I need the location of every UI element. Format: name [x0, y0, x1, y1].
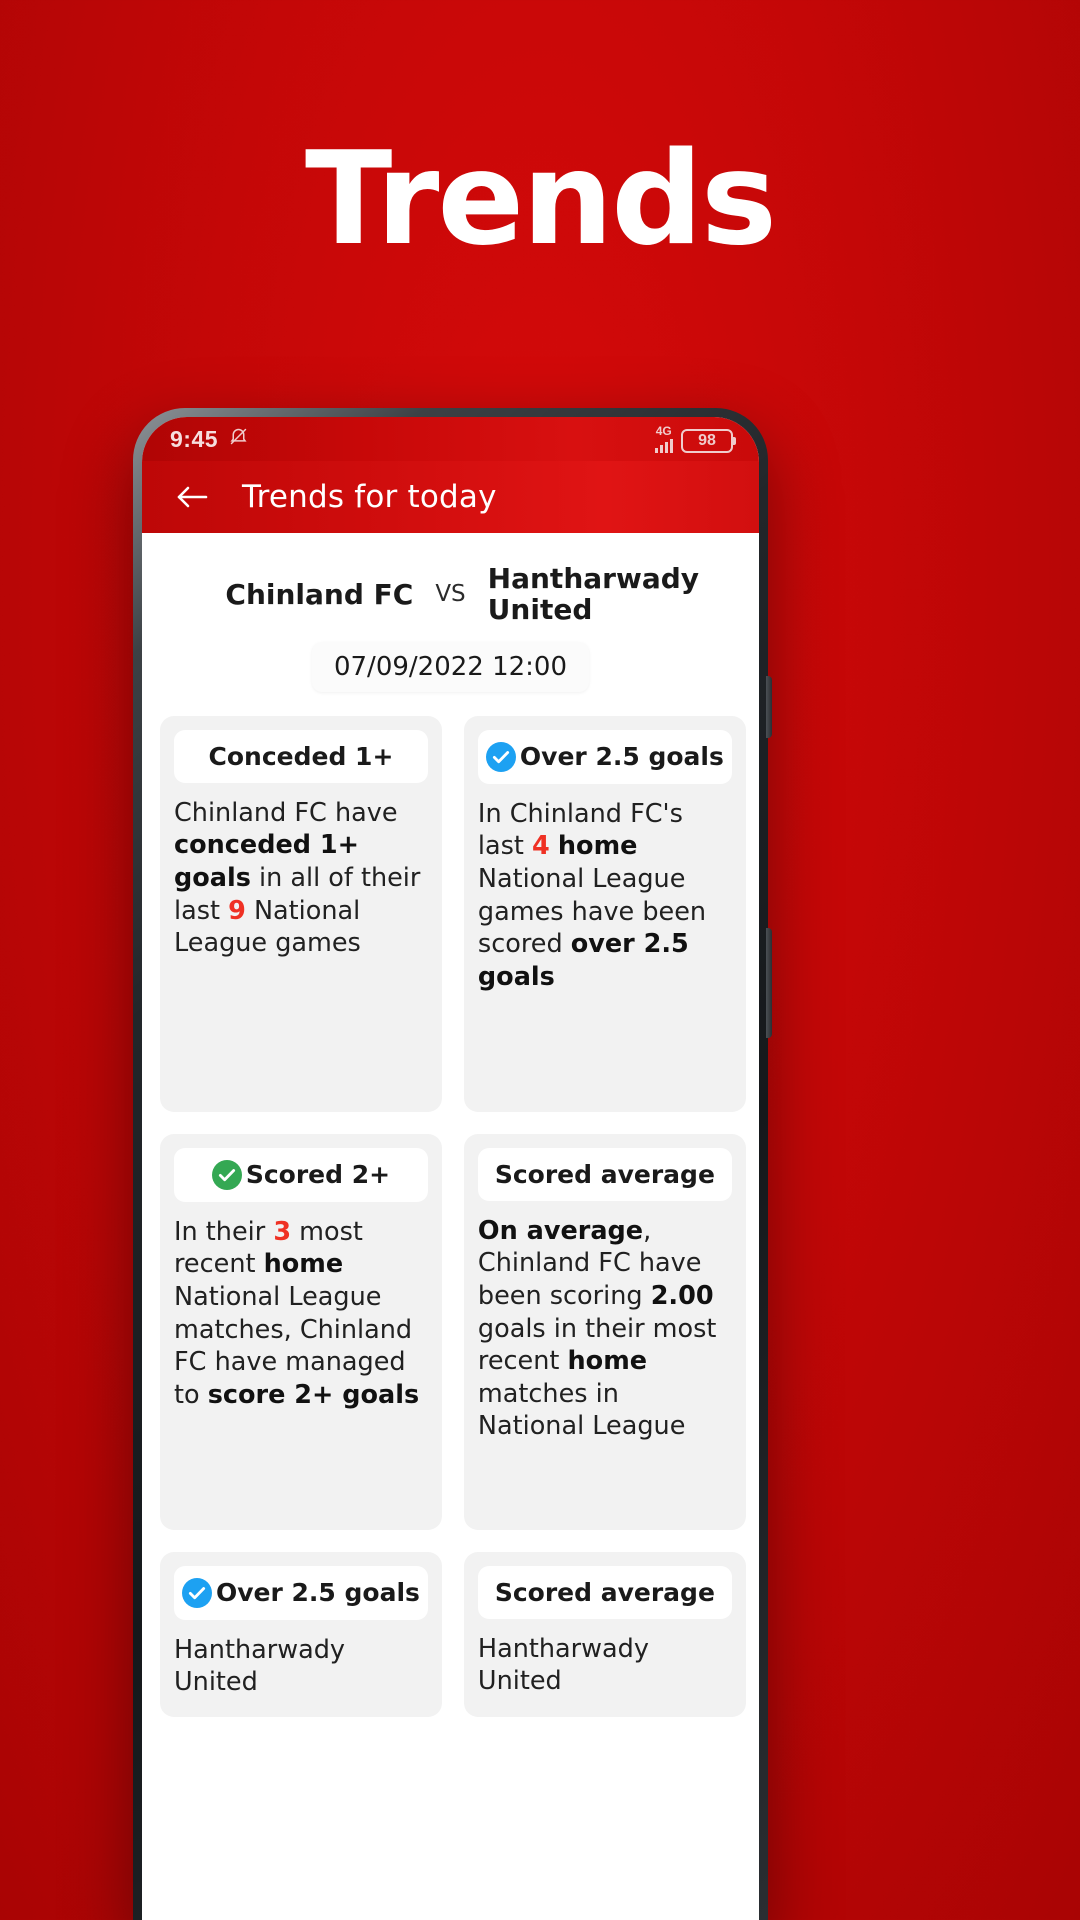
- away-team-name: Hantharwady United: [487, 562, 700, 627]
- trend-card[interactable]: Scored average Hantharwady United: [463, 1551, 746, 1717]
- trend-card-header: Over 2.5 goals: [477, 729, 732, 784]
- bell-muted-icon: [228, 426, 249, 452]
- trend-card-header: Scored average: [477, 1147, 732, 1201]
- vs-label: VS: [435, 581, 466, 608]
- trend-card-title: Over 2.5 goals: [216, 1578, 420, 1608]
- trend-card-title: Scored 2+: [245, 1160, 391, 1190]
- trend-card-header: Scored 2+: [174, 1147, 428, 1202]
- trend-text-fragment: Hantharwady United: [477, 1633, 649, 1697]
- trend-text-fragment: home: [557, 831, 638, 862]
- trend-text-fragment: 9: [228, 895, 246, 926]
- trend-text-fragment: In their: [174, 1216, 274, 1247]
- trend-card-body: Chinland FC have conceded 1+ goals in al…: [174, 797, 428, 960]
- status-bar-right: 4G 98: [654, 424, 733, 453]
- trend-card[interactable]: Over 2.5 goals In Chinland FC's last 4 ho…: [463, 715, 746, 1112]
- match-date-row: 07/09/2022 12:00: [142, 641, 759, 692]
- trend-card-title: Conceded 1+: [208, 741, 394, 771]
- trend-card-body: In Chinland FC's last 4 home National Le…: [478, 798, 732, 994]
- trend-text-fragment: 3: [273, 1216, 292, 1247]
- signal-bars-icon: [654, 438, 673, 453]
- back-arrow-icon[interactable]: [172, 477, 212, 517]
- trend-text-fragment: home: [567, 1346, 648, 1377]
- network-type-label: 4G: [655, 424, 672, 438]
- hero-banner: Trends: [0, 0, 1080, 400]
- match-datetime-chip: 07/09/2022 12:00: [311, 641, 590, 692]
- trend-card[interactable]: Scored average On average, Chinland FC ha…: [463, 1133, 746, 1530]
- trend-card-body: On average, Chinland FC have been scorin…: [478, 1215, 732, 1443]
- trend-text-fragment: matches in National League: [477, 1378, 686, 1442]
- phone-mockup-frame: 9:45 4G 98 Trends for today Chinland FC …: [133, 408, 772, 1920]
- trend-text-fragment: home: [263, 1249, 344, 1280]
- trend-text-fragment: score 2+ goals: [207, 1379, 420, 1410]
- trend-card-body: Hantharwady United: [174, 1634, 428, 1699]
- app-bar-title: Trends for today: [242, 479, 497, 515]
- trend-text-fragment: Chinland FC have: [174, 797, 398, 828]
- trend-card[interactable]: Over 2.5 goals Hantharwady United: [160, 1551, 442, 1717]
- trend-text-fragment: [550, 831, 558, 861]
- phone-side-button-power: [766, 928, 772, 1038]
- app-bar: Trends for today: [142, 461, 759, 533]
- status-bar-left: 9:45: [170, 426, 249, 453]
- trend-card-title: Scored average: [494, 1159, 715, 1189]
- check-circle-blue-icon: [182, 1577, 212, 1608]
- trend-text-fragment: On average: [477, 1215, 644, 1246]
- trend-card-body: Hantharwady United: [478, 1633, 732, 1698]
- screen-content: Chinland FC VS Hantharwady United 07/09/…: [142, 533, 759, 1920]
- check-circle-green-icon: [211, 1159, 242, 1190]
- home-team-name: Chinland FC: [225, 577, 414, 611]
- phone-screen: 9:45 4G 98 Trends for today Chinland FC …: [142, 417, 759, 1920]
- trend-text-fragment: 2.00: [650, 1280, 714, 1311]
- trend-card-grid: Conceded 1+ Chinland FC have conceded 1+ …: [142, 692, 759, 1717]
- trend-card-header: Over 2.5 goals: [174, 1565, 428, 1620]
- trend-card-title: Scored average: [494, 1577, 715, 1607]
- check-circle-blue-icon: [485, 741, 516, 772]
- trend-card[interactable]: Scored 2+ In their 3 most recent home Nat…: [160, 1133, 442, 1530]
- trend-card-title: Over 2.5 goals: [519, 742, 724, 772]
- trend-text-fragment: Hantharwady United: [174, 1634, 345, 1698]
- trend-card[interactable]: Conceded 1+ Chinland FC have conceded 1+ …: [160, 715, 442, 1112]
- trend-card-header: Conceded 1+: [174, 729, 428, 783]
- page-title: Trends: [304, 125, 777, 274]
- match-header: Chinland FC VS Hantharwady United: [142, 533, 759, 626]
- battery-indicator: 98: [681, 429, 733, 453]
- signal-indicator: 4G: [654, 424, 673, 453]
- trend-text-fragment: 4: [532, 831, 550, 862]
- trend-card-body: In their 3 most recent home National Lea…: [174, 1216, 428, 1412]
- phone-side-button-volume: [766, 676, 772, 738]
- status-time: 9:45: [170, 425, 219, 452]
- trend-card-header: Scored average: [477, 1565, 732, 1619]
- status-bar: 9:45 4G 98: [142, 417, 759, 461]
